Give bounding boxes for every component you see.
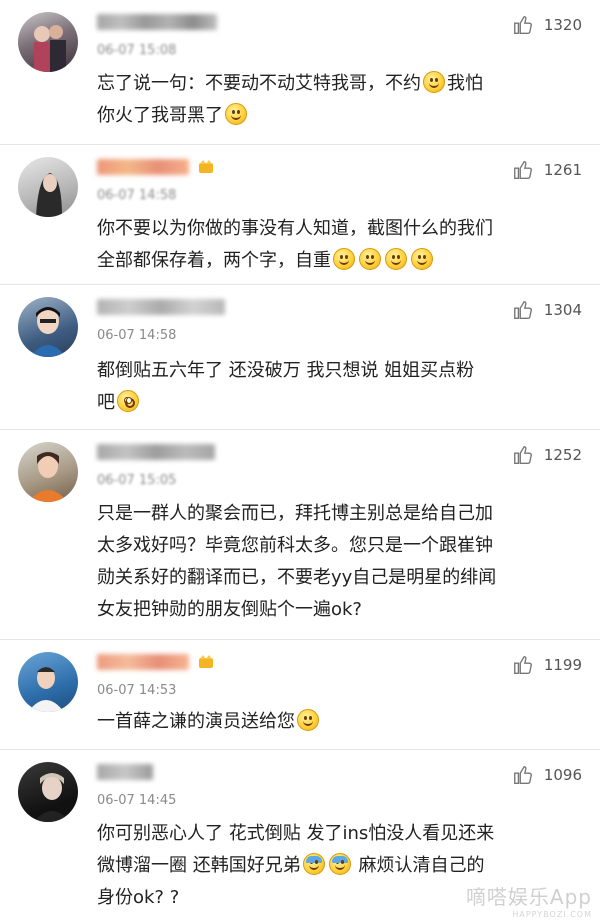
comment-time: 06-07 14:45 bbox=[97, 793, 177, 808]
thumbs-up-icon bbox=[513, 766, 532, 784]
comment-time: 06-07 14:58 bbox=[97, 328, 177, 343]
comment-time: 06-07 14:58 bbox=[97, 188, 177, 203]
comment-item: 06-07 14:58 1304 都倒贴五六年了 还没破万 我只想说 姐姐买点粉… bbox=[0, 285, 600, 430]
thumbs-up-icon bbox=[513, 656, 532, 674]
comment-item: 06-07 14:45 1096 你可别恶心人了 花式倒贴 发了ins怕没人看见… bbox=[0, 750, 600, 921]
like-button[interactable]: 1304 bbox=[512, 299, 582, 321]
thumbs-up-icon bbox=[513, 161, 532, 179]
like-button[interactable]: 1320 bbox=[512, 14, 582, 36]
comment-line: 麻烦认清自己的 bbox=[358, 855, 485, 876]
smile-emoji-icon bbox=[385, 248, 407, 270]
avatar[interactable] bbox=[18, 652, 78, 712]
comment-line: 你可别恶心人了 花式倒贴 发了ins怕没人看见还来 bbox=[97, 823, 495, 844]
username-blurred[interactable] bbox=[97, 654, 189, 670]
comment-text: 忘了说一句：不要动不动艾特我哥，不约 我怕 你火了我哥黑了 bbox=[97, 71, 483, 126]
like-count: 1304 bbox=[543, 301, 582, 319]
like-count: 1096 bbox=[543, 766, 582, 784]
like-count: 1199 bbox=[543, 656, 582, 674]
comment-time: 06-07 15:05 bbox=[97, 473, 177, 488]
scared-emoji-icon bbox=[117, 390, 139, 412]
comment-line: 全部都保存着，两个字，自重 bbox=[97, 250, 331, 271]
like-button[interactable]: 1261 bbox=[512, 159, 582, 181]
smile-emoji-icon bbox=[333, 248, 355, 270]
watermark-sub: HAPPYBOZI.COM bbox=[512, 910, 592, 919]
cold-sweat-emoji-icon bbox=[302, 853, 325, 875]
like-button[interactable]: 1096 bbox=[512, 764, 582, 786]
username-blurred[interactable] bbox=[97, 14, 217, 30]
comment-item: 06-07 14:58 1261 你不要以为你做的事没有人知道，截图什么的我们 … bbox=[0, 145, 600, 285]
comment-text: 一首薛之谦的演员送给您 bbox=[97, 706, 586, 738]
smile-emoji-icon bbox=[297, 709, 319, 731]
vip-badge-icon bbox=[199, 655, 213, 668]
like-count: 1261 bbox=[543, 161, 582, 179]
smile-emoji-icon bbox=[359, 248, 381, 270]
comment-text: 都倒贴五六年了 还没破万 我只想说 姐姐买点粉 吧 bbox=[97, 355, 586, 419]
username-blurred[interactable] bbox=[97, 299, 225, 315]
vip-badge-icon bbox=[199, 160, 213, 173]
comment-line: 一首薛之谦的演员送给您 bbox=[97, 711, 295, 732]
like-button[interactable]: 1199 bbox=[512, 654, 582, 676]
username-blurred[interactable] bbox=[97, 159, 189, 175]
avatar[interactable] bbox=[18, 762, 78, 822]
thumbs-up-icon bbox=[513, 446, 532, 464]
comment-line: 勋关系好的翻译而已，不要老yy自己是明星的绯闻 bbox=[97, 567, 497, 588]
cold-sweat-emoji-icon bbox=[328, 853, 351, 875]
comment-text: 只是一群人的聚会而已，拜托博主别总是给自己加 太多戏好吗？毕竟您前科太多。您只是… bbox=[97, 498, 586, 626]
comment-line: 吧 bbox=[97, 392, 115, 413]
like-button[interactable]: 1252 bbox=[512, 444, 582, 466]
comment-line: 都倒贴五六年了 还没破万 我只想说 姐姐买点粉 bbox=[97, 360, 475, 381]
like-count: 1320 bbox=[543, 16, 582, 34]
watermark-main: 嘀嗒娱乐App bbox=[465, 885, 592, 909]
username-blurred[interactable] bbox=[97, 444, 215, 460]
smile-emoji-icon bbox=[225, 103, 247, 125]
comment-item: 06-07 15:08 1320 忘了说一句：不要动不动艾特我哥，不约 我怕 你火… bbox=[0, 0, 600, 145]
comment-line: 你火了我哥黑了 bbox=[97, 105, 223, 126]
comment-line: 只是一群人的聚会而已，拜托博主别总是给自己加 bbox=[97, 503, 493, 524]
comment-item: 06-07 14:53 1199 一首薛之谦的演员送给您 bbox=[0, 640, 600, 750]
comment-text: 你不要以为你做的事没有人知道，截图什么的我们 全部都保存着，两个字，自重 bbox=[97, 213, 586, 277]
smile-emoji-icon bbox=[411, 248, 433, 270]
comment-item: 06-07 15:05 1252 只是一群人的聚会而已，拜托博主别总是给自己加 … bbox=[0, 430, 600, 640]
comment-line: 太多戏好吗？毕竟您前科太多。您只是一个跟崔钟 bbox=[97, 535, 493, 556]
thumbs-up-icon bbox=[513, 16, 532, 34]
comment-time: 06-07 15:08 bbox=[97, 43, 177, 58]
comment-line: 微博溜一圈 还韩国好兄弟 bbox=[97, 855, 301, 876]
thumbs-up-icon bbox=[513, 301, 532, 319]
avatar[interactable] bbox=[18, 157, 78, 217]
comment-line: 你不要以为你做的事没有人知道，截图什么的我们 bbox=[97, 218, 493, 239]
username-blurred[interactable] bbox=[97, 764, 153, 780]
watermark: 嘀嗒娱乐App HAPPYBOZI.COM bbox=[466, 881, 592, 919]
avatar[interactable] bbox=[18, 297, 78, 357]
avatar[interactable] bbox=[18, 12, 78, 72]
smile-emoji-icon bbox=[423, 71, 445, 93]
like-count: 1252 bbox=[543, 446, 582, 464]
avatar[interactable] bbox=[18, 442, 78, 502]
comment-time: 06-07 14:53 bbox=[97, 683, 177, 698]
comment-line: 女友把钟勋的朋友倒贴个一遍ok? bbox=[97, 599, 362, 620]
comment-line: 忘了说一句：不要动不动艾特我哥，不约 bbox=[97, 73, 421, 94]
